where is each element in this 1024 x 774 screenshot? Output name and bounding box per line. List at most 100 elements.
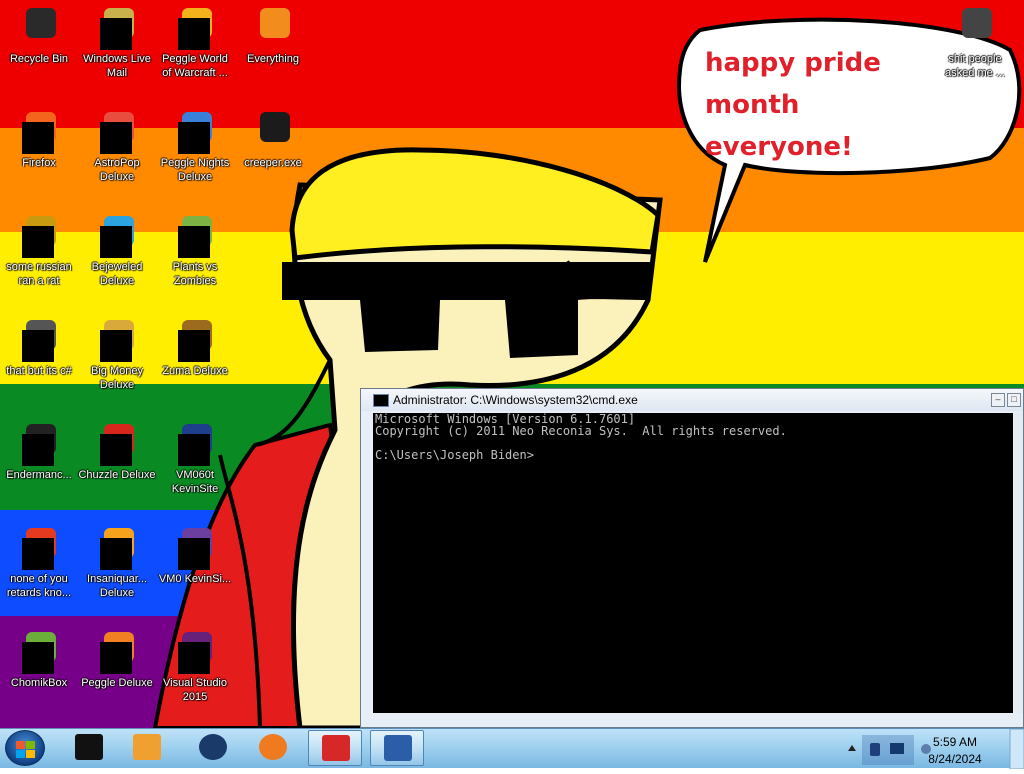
desktop-icon[interactable]: VM0 KevinSi... (156, 520, 234, 586)
desktop-icon[interactable]: some russian ran a rat (0, 208, 78, 288)
desktop-icon[interactable]: Plants vs Zombies (156, 208, 234, 288)
redaction-box (100, 226, 132, 258)
cmd-console[interactable]: Microsoft Windows [Version 6.1.7601] Copy… (373, 413, 1013, 713)
cmd-icon (373, 394, 389, 407)
desktop-icon[interactable]: Endermanc... (0, 416, 78, 482)
desktop-icon[interactable]: Peggle Deluxe (78, 624, 156, 690)
bejeweled-icon (100, 216, 134, 258)
windows-logo-icon (16, 741, 25, 749)
desktop-icon[interactable]: Chuzzle Deluxe (78, 416, 156, 482)
firefox-icon (259, 734, 287, 760)
desktop-icon[interactable]: Bejeweled Deluxe (78, 208, 156, 288)
desktop-icon[interactable]: shit people asked me ... (936, 0, 1014, 80)
desktop-icon-label: Peggle World of Warcraft ... (162, 53, 228, 79)
taskbar-app-dark[interactable] (62, 730, 116, 766)
desktop-icon-label: Firefox (22, 157, 56, 169)
redaction-box (22, 538, 54, 570)
desktop-icon[interactable]: Peggle World of Warcraft ... (156, 0, 234, 80)
redaction-box (100, 330, 132, 362)
desktop-icon-label: ChomikBox (10, 677, 68, 689)
action-center-icon (870, 743, 880, 756)
redaction-box (178, 642, 210, 674)
redaction-box (178, 330, 210, 362)
plants-vs-zombies-icon (178, 216, 212, 258)
windows-logo-pane (26, 750, 35, 758)
desktop: happy pride month everyone! Recycle Bin W… (0, 0, 1024, 728)
taskbar-app-globe[interactable] (186, 730, 240, 766)
redaction-box (22, 642, 54, 674)
taskbar-app-cmd[interactable] (370, 730, 424, 766)
desktop-icon[interactable]: Zuma Deluxe (156, 312, 234, 378)
speech-bubble-text: happy pride month everyone! (705, 48, 881, 162)
cmd-window[interactable]: Administrator: C:\Windows\system32\cmd.e… (360, 388, 1024, 728)
desktop-icon[interactable]: none of you retards kno... (0, 520, 78, 600)
desktop-icon-label: Peggle Deluxe (81, 677, 153, 689)
redaction-box (22, 122, 54, 154)
minimize-button[interactable]: – (991, 393, 1005, 407)
desktop-icon-label: Windows Live Mail (83, 53, 151, 79)
clock-time[interactable]: 5:59 AM (920, 735, 990, 749)
window-controls: – □ (991, 393, 1021, 407)
mail-icon (100, 8, 134, 50)
desktop-icon-label: AstroPop Deluxe (94, 157, 140, 183)
redaction-box (22, 226, 54, 258)
file-icon (22, 528, 56, 570)
windows-logo-pane (16, 750, 25, 758)
cmd-titlebar[interactable]: Administrator: C:\Windows\system32\cmd.e… (361, 389, 1023, 411)
desktop-icon[interactable]: Firefox (0, 104, 78, 170)
desktop-icon-label: shit people asked me ... (945, 53, 1005, 79)
desktop-icon[interactable]: VM060t KevinSite (156, 416, 234, 496)
visual-studio-icon (178, 632, 212, 674)
astropop-icon (100, 112, 134, 154)
desktop-icon[interactable]: Visual Studio 2015 (156, 624, 234, 704)
desktop-icon-label: none of you retards kno... (6, 573, 72, 599)
desktop-icon[interactable]: Peggle Nights Deluxe (156, 104, 234, 184)
redaction-box (22, 330, 54, 362)
show-desktop-button (1009, 728, 1024, 770)
desktop-icon-label: that but its c# (6, 365, 72, 377)
desktop-icon-label: Chuzzle Deluxe (78, 469, 156, 481)
redaction-box (100, 434, 132, 466)
desktop-icon[interactable]: Recycle Bin (0, 0, 78, 66)
desktop-icon[interactable]: Big Money Deluxe (78, 312, 156, 392)
desktop-icon[interactable]: AstroPop Deluxe (78, 104, 156, 184)
taskbar-app-media[interactable] (120, 730, 174, 766)
desktop-icon[interactable]: ChomikBox (0, 624, 78, 690)
taskbar-app-avira[interactable] (308, 730, 362, 766)
desktop-icon-label: VM060t KevinSite (171, 469, 219, 495)
desktop-icon[interactable]: Insaniquar... Deluxe (78, 520, 156, 600)
vertical-scrollbar[interactable] (1015, 413, 1023, 713)
shortcut-icon (22, 320, 56, 362)
taskbar-app-firefox[interactable] (246, 730, 300, 766)
media-player-icon (133, 734, 161, 760)
desktop-icon[interactable]: Everything (234, 0, 312, 66)
peggle-icon (178, 8, 212, 50)
vm-icon (178, 424, 212, 466)
desktop-icon-label: Peggle Nights Deluxe (160, 157, 230, 183)
monitor-dark-icon (75, 734, 103, 760)
maximize-button[interactable]: □ (1007, 393, 1021, 407)
redaction-box (178, 434, 210, 466)
start-button[interactable] (5, 730, 45, 766)
globe-icon (199, 734, 227, 760)
icon-graphic (260, 112, 290, 142)
console-line: Copyright (c) 2011 Neo Reconia Sys. All … (375, 424, 787, 438)
redaction-box (100, 122, 132, 154)
cmd-icon (384, 735, 412, 761)
desktop-icon-label: Endermanc... (6, 469, 72, 481)
desktop-icon[interactable]: that but its c# (0, 312, 78, 378)
desktop-icon-label: Zuma Deluxe (162, 365, 228, 377)
tray-highlight (862, 735, 914, 765)
desktop-icon-label: Plants vs Zombies (172, 261, 218, 287)
desktop-icon[interactable]: Windows Live Mail (78, 0, 156, 80)
vm-icon (178, 528, 212, 570)
money-bag-icon (100, 320, 134, 362)
desktop-icon-label: Recycle Bin (9, 53, 69, 65)
desktop-icon-label: Big Money Deluxe (91, 365, 143, 391)
desktop-icon-label: Insaniquar... Deluxe (87, 573, 147, 599)
search-icon (256, 8, 290, 42)
cmd-window-title: Administrator: C:\Windows\system32\cmd.e… (393, 393, 638, 407)
desktop-icon[interactable]: creeper.exe (234, 104, 312, 170)
clock-date[interactable]: 8/24/2024 (920, 752, 990, 766)
desktop-icon-label: Visual Studio 2015 (162, 677, 227, 703)
